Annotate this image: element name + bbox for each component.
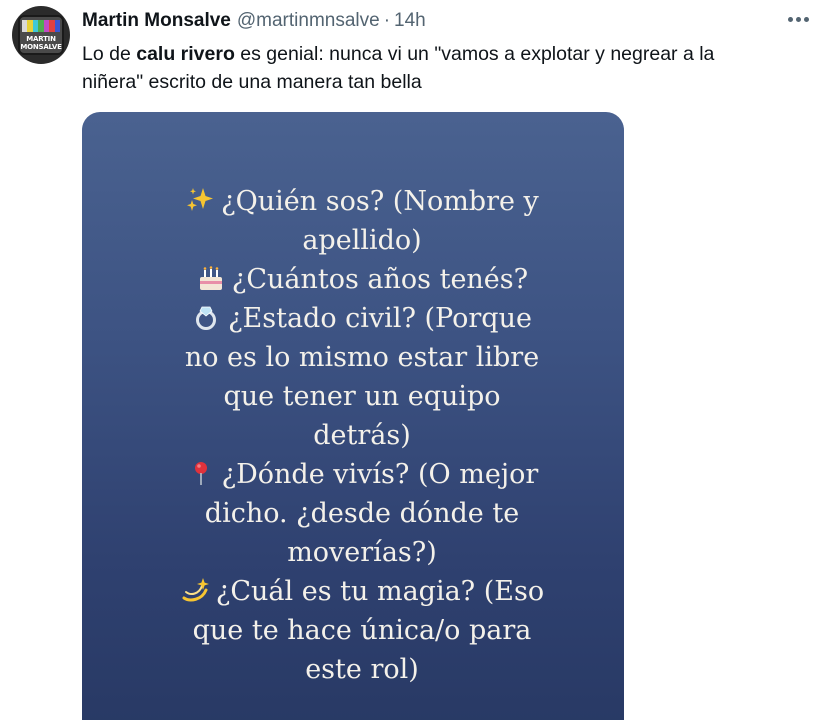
story-line: que te hace única/o para xyxy=(192,615,532,646)
color-bars-icon xyxy=(22,20,60,32)
tweet-header: Martin Monsalve @martinmnsalve · 14h xyxy=(82,8,426,34)
story-line: detrás) xyxy=(313,420,411,451)
dizzy-icon xyxy=(182,578,209,602)
more-dot xyxy=(787,16,793,22)
more-horizontal-icon[interactable] xyxy=(785,8,811,30)
story-line: no es lo mismo estar libre xyxy=(184,342,540,373)
tweet: MARTIN MONSALVE Martin Monsalve @martinm… xyxy=(0,0,821,720)
author-display-name[interactable]: Martin Monsalve xyxy=(82,10,231,32)
round-pushpin-icon xyxy=(194,462,207,485)
story-line: dicho. ¿desde dónde te xyxy=(204,498,520,529)
story-line: ¿Dónde vivís? (O mejor xyxy=(172,455,552,494)
story-text: ¿Quién sos? (Nombre y apellido) ¿Cuántos… xyxy=(172,182,552,689)
tweet-text-bold: calu rivero xyxy=(136,43,235,65)
avatar[interactable]: MARTIN MONSALVE xyxy=(12,6,70,64)
author-handle[interactable]: @martinmnsalve xyxy=(237,10,380,32)
story-line: ¿Cuál es tu magia? (Eso xyxy=(172,572,552,611)
header-separator: · xyxy=(383,10,391,31)
story-line: ¿Cuántos años tenés? xyxy=(172,260,552,299)
story-line: ¿Estado civil? (Porque xyxy=(172,299,552,338)
sparkles-icon xyxy=(187,188,214,211)
tweet-media-image[interactable]: ¿Quién sos? (Nombre y apellido) ¿Cuántos… xyxy=(82,112,624,720)
story-line: ¿Quién sos? (Nombre y xyxy=(172,182,552,221)
story-line: apellido) xyxy=(302,225,422,256)
tweet-text-line1-rest: es genial: nunca vi un "vamos a explotar… xyxy=(234,43,715,65)
more-dot xyxy=(803,16,809,22)
story-line: este rol) xyxy=(305,654,419,685)
tweet-text: Lo de calu rivero es genial: nunca vi un… xyxy=(82,40,792,96)
tweet-text-prefix: Lo de xyxy=(82,43,137,65)
ring-icon xyxy=(196,306,217,330)
tweet-timestamp[interactable]: 14h xyxy=(394,10,426,32)
more-dot xyxy=(795,16,801,22)
story-line: que tener un equipo xyxy=(223,381,501,412)
story-line: moverías?) xyxy=(287,537,437,568)
birthday-cake-icon xyxy=(199,266,222,290)
avatar-logo-text: MARTIN MONSALVE xyxy=(20,35,62,51)
tweet-text-line2: niñera" escrito de una manera tan bella xyxy=(82,71,422,93)
